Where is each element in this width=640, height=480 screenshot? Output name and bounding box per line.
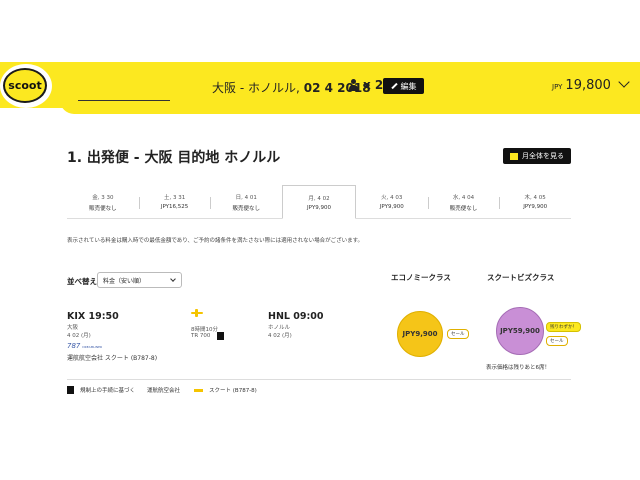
passenger-count-text: x 2 (363, 78, 384, 92)
view-month-label: 月全体を見る (522, 152, 564, 160)
arrival-time: HNL 09:00 (268, 311, 324, 322)
price-currency: JPY (552, 83, 563, 91)
plane-icon (191, 308, 203, 318)
trip-summary: 大阪 - ホノルル, 02 4 2018 (212, 79, 371, 96)
flight-duration: 8時間10分 (191, 327, 218, 333)
sort-value: 料金（安い順） (103, 277, 146, 285)
flight-number: TR 700 (191, 333, 211, 339)
airline-name: 運航航空会社 スクート (67, 355, 129, 362)
few-seats-badge: 残りわずか！ (546, 322, 581, 332)
date-tab-price: JPY16,525 (160, 204, 189, 210)
legend-operator: 運航航空会社 (147, 388, 181, 394)
legend-regulatory: 規制上の手続に基づく (80, 388, 136, 394)
date-tab-price: 販売便なし (89, 206, 117, 212)
price-disclaimer: 表示されている料金は購入時での最低金額であり、ご予約の諸条件を満たさない際には適… (67, 238, 364, 244)
date-tab-date: 火, 4 03 (381, 195, 403, 201)
regulatory-info-icon[interactable] (217, 332, 224, 340)
date-tab-date: 日, 4 01 (235, 195, 257, 201)
date-tab[interactable]: 水, 4 04 販売便なし (427, 187, 500, 218)
route-text: 大阪 - ホノルル, (212, 81, 300, 95)
sort-label: 並べ替え (67, 277, 97, 286)
dreamliner-logo: 787 DREAMLINER (67, 342, 102, 350)
date-tab-date: 月, 4 02 (308, 196, 330, 202)
sort-dropdown[interactable]: 料金（安い順） (97, 272, 182, 288)
chevron-down-icon[interactable] (618, 76, 630, 88)
arrival-city: ホノルル (268, 325, 291, 331)
date-tab-price: 販売便なし (449, 206, 478, 212)
departure-city: 大阪 (67, 325, 79, 331)
date-tab-price: JPY9,900 (523, 204, 548, 210)
date-selector: 金, 3 30 販売便なし 土, 3 31 JPY16,525 日, 4 01 … (67, 185, 571, 219)
date-tab-selected[interactable]: 月, 4 02 JPY9,900 (282, 185, 356, 219)
chevron-down-icon (170, 276, 176, 282)
economy-fare-button[interactable]: JPY9,900 (397, 311, 443, 357)
economy-class-header: エコノミークラス (391, 273, 451, 282)
date-tab-price: 販売便なし (232, 206, 261, 212)
seats-remaining-note: 表示価格は残りあと6席！ (486, 365, 551, 371)
date-tab[interactable]: 火, 4 03 JPY9,900 (356, 187, 428, 218)
date-tab-price: JPY9,900 (307, 205, 331, 211)
date-tab-date: 水, 4 04 (452, 195, 475, 201)
legend: 規制上の手続に基づく 運航航空会社 スクート (B787-8) (67, 386, 257, 394)
business-class-header: スクートビズクラス (487, 273, 555, 282)
date-tab-price: JPY9,900 (379, 204, 404, 210)
business-fare-button[interactable]: JPY59,900 (496, 307, 544, 355)
total-price[interactable]: JPY 19,800 (552, 76, 630, 93)
business-sale-badge: セール (546, 336, 568, 346)
date-tab-date: 木, 4 05 (524, 195, 546, 201)
person-icon (348, 79, 359, 91)
aircraft-type: (B787-8) (130, 355, 158, 362)
passenger-count: x 2 (348, 78, 383, 92)
header-underline (78, 100, 170, 101)
economy-sale-badge: セール (447, 329, 469, 339)
edit-label: 編集 (400, 81, 417, 91)
legend-scoot: スクート (B787-8) (209, 388, 257, 394)
economy-fare-price: JPY9,900 (402, 330, 438, 338)
scoot-logo[interactable]: scoot (3, 68, 47, 103)
view-month-button[interactable]: 月全体を見る (503, 148, 571, 164)
date-tab[interactable]: 日, 4 01 販売便なし (210, 187, 282, 218)
business-fare-price: JPY59,900 (500, 327, 540, 335)
departure-time: KIX 19:50 (67, 311, 119, 322)
operating-airline: 運航航空会社 スクート (B787-8) (67, 353, 157, 362)
plane-icon (194, 388, 204, 392)
arrival-date: 4 02 (月) (268, 333, 292, 339)
calendar-icon (510, 152, 518, 160)
dreamliner-logo-text: 787 (67, 342, 81, 350)
pencil-icon (390, 82, 398, 90)
date-tab[interactable]: 土, 3 31 JPY16,525 (138, 187, 211, 218)
dreamliner-logo-sub: DREAMLINER (82, 345, 103, 349)
header-tab (60, 94, 640, 114)
departure-date: 4 02 (月) (67, 333, 91, 339)
price-amount: 19,800 (565, 78, 611, 93)
edit-button[interactable]: 編集 (383, 78, 424, 94)
regulatory-info-icon (67, 386, 74, 394)
date-tab-date: 金, 3 30 (92, 195, 114, 201)
date-tab[interactable]: 金, 3 30 販売便なし (67, 187, 139, 218)
page-title: 1. 出発便 - 大阪 目的地 ホノルル (67, 150, 281, 166)
date-tab[interactable]: 木, 4 05 JPY9,900 (499, 187, 571, 218)
date-tab-date: 土, 3 31 (163, 195, 186, 201)
